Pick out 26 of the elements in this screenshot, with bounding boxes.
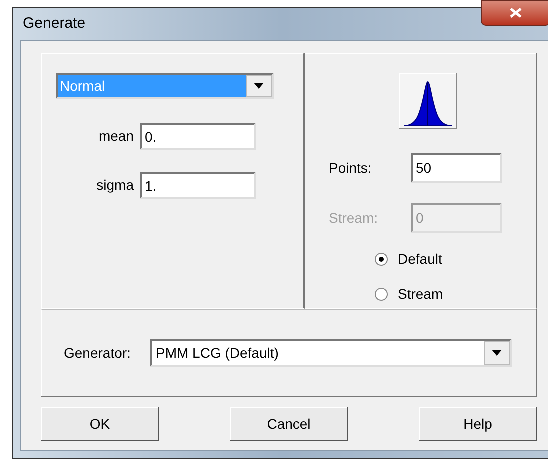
points-label: Points: [329,158,373,178]
radio-label: Default [398,250,442,269]
points-field[interactable]: 50 [411,153,502,183]
dialog-button[interactable]: OK [41,407,159,441]
close-icon [510,8,522,18]
parameter-field[interactable]: 0. [140,123,256,150]
caret-icon [254,83,264,89]
generator-dropdown[interactable]: PMM LCG (Default) [150,339,512,367]
dropdown-value: Normal [58,75,246,97]
window-title: Generate [23,14,86,34]
parameter-label: mean [98,127,135,146]
close-button[interactable] [481,0,548,26]
dropdown-arrow-button[interactable] [246,75,272,97]
dialog-button[interactable]: Help [419,407,537,441]
parameter-field[interactable]: 1. [140,172,256,199]
radio-button[interactable] [375,253,388,266]
radio-button[interactable] [375,288,388,301]
stream-label: Stream: [329,208,380,228]
generator-label: Generator: [64,344,132,362]
caret-icon [492,350,502,356]
dialog-button[interactable]: Cancel [230,407,348,441]
distribution-shape-button[interactable] [399,73,457,129]
dropdown-arrow-button[interactable] [484,341,510,365]
parameter-label: sigma [96,176,135,195]
dropdown-value: PMM LCG (Default) [155,344,280,363]
radio-label: Stream [398,285,444,304]
